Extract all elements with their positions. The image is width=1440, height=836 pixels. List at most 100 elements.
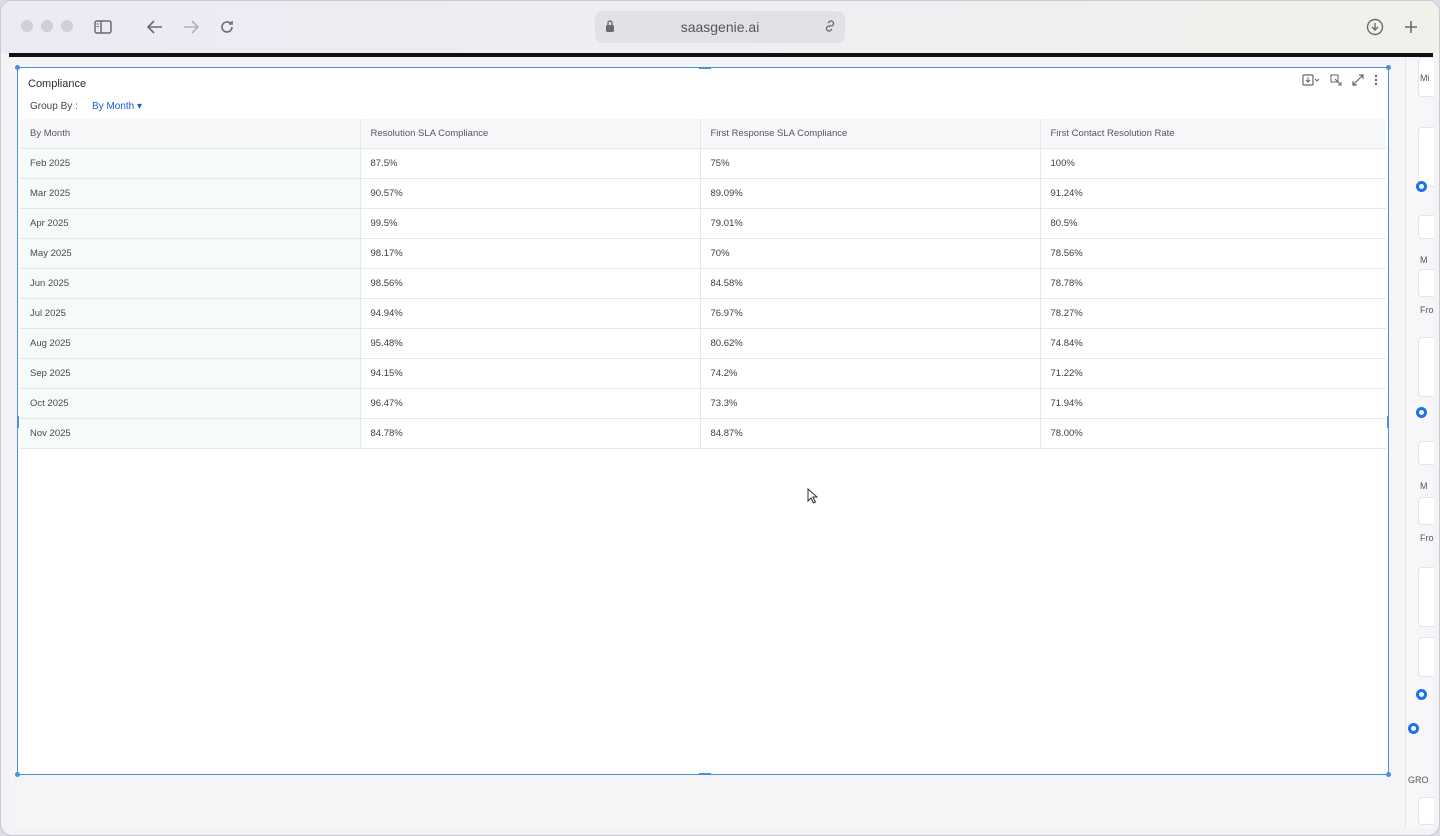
table-cell: 96.47% <box>360 388 701 419</box>
right-settings-panel: Mi M Fro M Fro GRO <box>1405 57 1434 829</box>
month-cell: Jul 2025 <box>20 298 361 329</box>
column-header[interactable]: By Month <box>20 119 361 149</box>
panel-card <box>1418 337 1434 397</box>
month-cell: Mar 2025 <box>20 178 361 209</box>
table-cell: 100% <box>1040 148 1386 179</box>
month-cell: Feb 2025 <box>20 148 361 179</box>
table-cell: 90.57% <box>360 178 701 209</box>
table-row: Apr 2025 99.5% 79.01% 80.5% <box>20 208 1386 239</box>
resize-handle[interactable] <box>699 67 711 69</box>
table-row: Feb 2025 87.5% 75% 100% <box>20 148 1386 179</box>
panel-input[interactable] <box>1418 797 1434 825</box>
table-cell: 84.78% <box>360 418 701 449</box>
radio-button[interactable] <box>1416 181 1427 192</box>
group-by-label: Group By : <box>30 101 78 112</box>
address-bar[interactable]: saasgenie.ai <box>595 11 845 43</box>
resize-handle[interactable] <box>15 65 20 70</box>
expand-icon[interactable] <box>1352 74 1364 89</box>
table-cell: 70% <box>700 238 1041 269</box>
radio-button[interactable] <box>1408 723 1419 734</box>
new-tab-icon[interactable] <box>1399 15 1423 39</box>
lock-icon <box>605 19 615 36</box>
resize-handle[interactable] <box>17 416 19 428</box>
download-icon[interactable] <box>1302 74 1320 89</box>
url-text: saasgenie.ai <box>680 19 760 35</box>
table-row: Sep 2025 94.15% 74.2% 71.22% <box>20 358 1386 389</box>
month-cell: Aug 2025 <box>20 328 361 359</box>
widget-title: Compliance <box>28 78 87 90</box>
table-cell: 95.48% <box>360 328 701 359</box>
column-header[interactable]: First Response SLA Compliance <box>700 119 1041 149</box>
table-cell: 87.5% <box>360 148 701 179</box>
radio-button[interactable] <box>1416 689 1427 700</box>
month-cell: Apr 2025 <box>20 208 361 239</box>
resize-handle[interactable] <box>699 773 711 775</box>
table-row: Mar 2025 90.57% 89.09% 91.24% <box>20 178 1386 209</box>
month-cell: Jun 2025 <box>20 268 361 299</box>
table-header-row: By Month Resolution SLA Compliance First… <box>20 119 1386 149</box>
resize-handle[interactable] <box>1386 65 1391 70</box>
table-cell: 73.3% <box>700 388 1041 419</box>
panel-collapse[interactable] <box>1418 441 1434 465</box>
table-cell: 74.2% <box>700 358 1041 389</box>
group-by-dropdown[interactable]: By Month ▾ <box>92 101 142 112</box>
panel-label: Fro <box>1420 305 1434 315</box>
panel-label: GRO <box>1408 775 1429 785</box>
close-window-button[interactable] <box>21 20 33 32</box>
table-cell: 78.56% <box>1040 238 1386 269</box>
panel-collapse[interactable] <box>1418 215 1434 239</box>
table-cell: 76.97% <box>700 298 1041 329</box>
link-icon[interactable] <box>823 19 837 36</box>
table-cell: 89.09% <box>700 178 1041 209</box>
forward-arrow-icon[interactable] <box>179 15 203 39</box>
table-cell: 98.56% <box>360 268 701 299</box>
chevron-down-icon: ▾ <box>137 101 143 112</box>
browser-window: saasgenie.ai Mi M Fro M Fro GRO Complian… <box>0 0 1440 836</box>
resize-handle[interactable] <box>1387 416 1389 428</box>
table-row: Jun 2025 98.56% 84.58% 78.78% <box>20 268 1386 299</box>
table-cell: 91.24% <box>1040 178 1386 209</box>
compliance-widget[interactable]: Compliance Group By : By Month ▾ By Mont… <box>15 65 1391 777</box>
back-arrow-icon[interactable] <box>143 15 167 39</box>
table-row: May 2025 98.17% 70% 78.56% <box>20 238 1386 269</box>
panel-label: Fro <box>1420 533 1434 543</box>
compliance-table: By Month Resolution SLA Compliance First… <box>20 119 1386 449</box>
browser-toolbar: saasgenie.ai <box>1 1 1439 53</box>
month-cell: Nov 2025 <box>20 418 361 449</box>
table-cell: 84.58% <box>700 268 1041 299</box>
filter-icon[interactable] <box>1330 74 1342 89</box>
widget-toolbar <box>1302 74 1378 89</box>
panel-input[interactable] <box>1418 497 1434 525</box>
table-row: Jul 2025 94.94% 76.97% 78.27% <box>20 298 1386 329</box>
panel-label: M <box>1420 481 1428 491</box>
table-cell: 84.87% <box>700 418 1041 449</box>
window-controls[interactable] <box>21 20 73 32</box>
table-cell: 75% <box>700 148 1041 179</box>
sidebar-toggle-icon[interactable] <box>91 15 115 39</box>
panel-label: Mi <box>1420 73 1430 83</box>
column-header[interactable]: Resolution SLA Compliance <box>360 119 701 149</box>
zoom-window-button[interactable] <box>61 20 73 32</box>
month-cell: Sep 2025 <box>20 358 361 389</box>
column-header[interactable]: First Contact Resolution Rate <box>1040 119 1386 149</box>
table-cell: 71.94% <box>1040 388 1386 419</box>
resize-handle[interactable] <box>1386 772 1391 777</box>
group-by-value: By Month <box>92 101 135 112</box>
panel-input[interactable] <box>1418 269 1434 297</box>
downloads-icon[interactable] <box>1363 15 1387 39</box>
table-cell: 94.15% <box>360 358 701 389</box>
table-row: Aug 2025 95.48% 80.62% 74.84% <box>20 328 1386 359</box>
radio-button[interactable] <box>1416 407 1427 418</box>
month-cell: Oct 2025 <box>20 388 361 419</box>
resize-handle[interactable] <box>15 772 20 777</box>
month-cell: May 2025 <box>20 238 361 269</box>
table-cell: 78.27% <box>1040 298 1386 329</box>
reload-icon[interactable] <box>215 15 239 39</box>
table-cell: 99.5% <box>360 208 701 239</box>
minimize-window-button[interactable] <box>41 20 53 32</box>
panel-card <box>1418 127 1434 187</box>
table-cell: 71.22% <box>1040 358 1386 389</box>
table-cell: 80.5% <box>1040 208 1386 239</box>
more-options-icon[interactable] <box>1374 74 1378 89</box>
table-cell: 80.62% <box>700 328 1041 359</box>
